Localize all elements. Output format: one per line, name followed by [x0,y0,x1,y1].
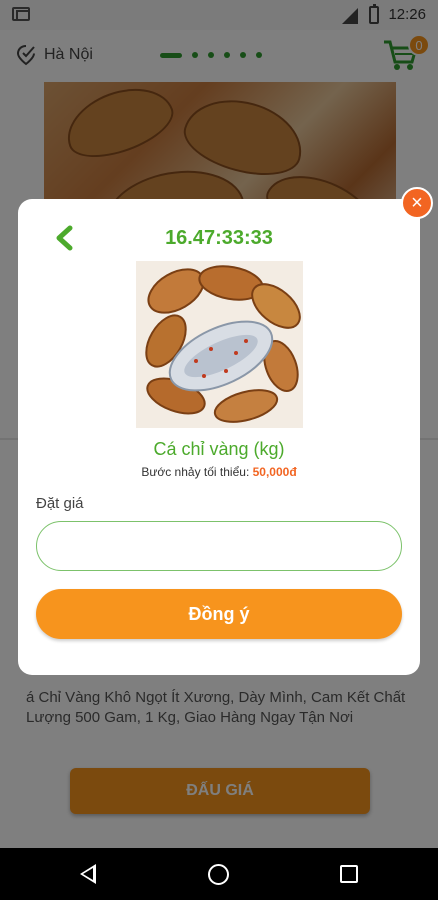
product-thumbnail [136,261,303,428]
nav-back-icon[interactable] [80,864,96,884]
min-step-amount: 50,000đ [252,465,297,479]
nav-home-icon[interactable] [208,864,229,885]
nav-recent-icon[interactable] [340,865,358,883]
product-name: Cá chỉ vàng (kg) [153,439,285,459]
agree-button[interactable]: Đồng ý [36,589,402,639]
system-nav-bar [0,848,438,900]
countdown-timer: 16.47:33:33 [165,227,273,249]
close-icon[interactable]: × [401,187,433,219]
min-step-label: Bước nhảy tối thiểu: [141,465,250,479]
bid-dialog: 16.47:33:33 Cá chỉ vàng (kg) Bước nhảy t… [18,199,420,675]
bid-price-label: Đặt giá [36,495,84,512]
min-bid-step: Bước nhảy tối thiểu: 50,000đ [18,465,420,479]
bid-price-input[interactable] [36,521,402,571]
